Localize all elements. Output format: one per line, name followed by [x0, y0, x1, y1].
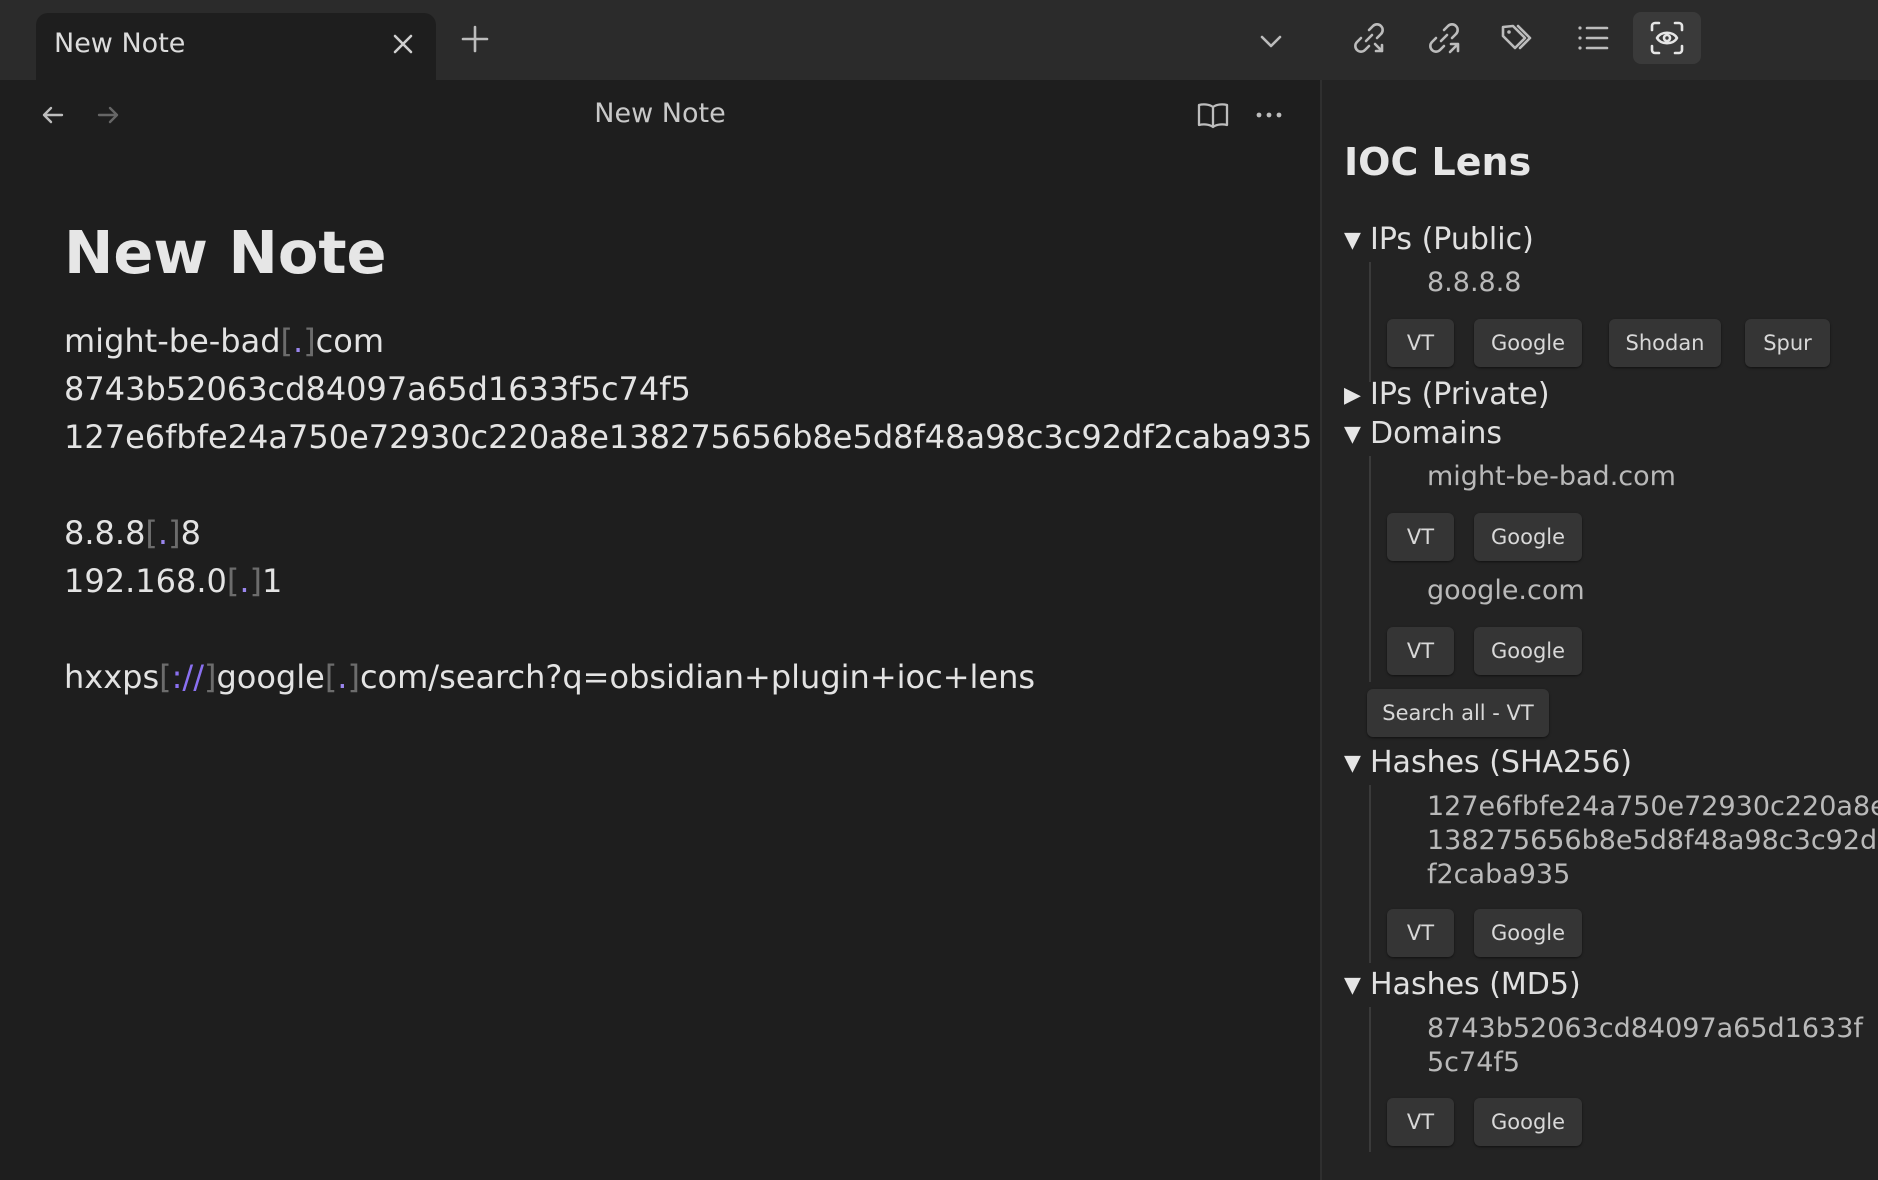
vt-button[interactable]: VT — [1387, 1098, 1454, 1146]
section-hashes-md5[interactable]: ▼ Hashes (MD5) — [1344, 967, 1581, 1002]
note-title[interactable]: New Note — [64, 218, 387, 287]
google-button[interactable]: Google — [1474, 1098, 1582, 1146]
reading-view-book-icon[interactable] — [1196, 98, 1230, 132]
back-arrow-icon[interactable] — [36, 98, 70, 132]
more-options-icon[interactable] — [1252, 98, 1286, 132]
collapse-arrow-icon: ▶ — [1344, 383, 1361, 408]
note-line-domain[interactable]: might-be-bad[.]com — [64, 322, 384, 360]
backlinks-icon[interactable] — [1349, 18, 1389, 58]
chevron-down-icon[interactable] — [1256, 26, 1286, 56]
tab-new-note[interactable]: New Note — [36, 13, 436, 80]
forward-arrow-icon[interactable] — [91, 98, 125, 132]
tab-title: New Note — [54, 28, 186, 59]
outgoing-links-icon[interactable] — [1424, 18, 1464, 58]
note-line-sha256[interactable]: 127e6fbfe24a750e72930c220a8e138275656b8e… — [64, 418, 1312, 456]
section-guide-line — [1369, 262, 1371, 382]
tags-icon[interactable] — [1498, 18, 1538, 58]
note-line-private-ip[interactable]: 192.168.0[.]1 — [64, 562, 282, 600]
section-guide-line — [1369, 1007, 1371, 1152]
new-tab-plus-icon[interactable] — [458, 22, 492, 56]
scan-eye-icon — [1647, 18, 1687, 58]
shodan-button[interactable]: Shodan — [1609, 319, 1721, 367]
vt-button[interactable]: VT — [1387, 513, 1454, 561]
ioc-value[interactable]: google.com — [1427, 574, 1585, 608]
expand-arrow-icon: ▼ — [1344, 973, 1361, 998]
vt-button[interactable]: VT — [1387, 627, 1454, 675]
expand-arrow-icon: ▼ — [1344, 228, 1361, 253]
google-button[interactable]: Google — [1474, 909, 1582, 957]
google-button[interactable]: Google — [1474, 513, 1582, 561]
ioc-value[interactable]: 8743b52063cd84097a65d1633f 5c74f5 — [1427, 1012, 1863, 1080]
close-icon[interactable] — [388, 29, 418, 59]
google-button[interactable]: Google — [1474, 319, 1582, 367]
section-ips-private[interactable]: ▶ IPs (Private) — [1344, 377, 1550, 412]
outline-list-icon[interactable] — [1573, 18, 1613, 58]
tab-bar: New Note — [0, 0, 1878, 80]
vt-button[interactable]: VT — [1387, 909, 1454, 957]
ioc-value[interactable]: 8.8.8.8 — [1427, 266, 1521, 300]
search-all-vt-button[interactable]: Search all - VT — [1367, 689, 1549, 737]
section-domains[interactable]: ▼ Domains — [1344, 416, 1502, 451]
ioc-value[interactable]: might-be-bad.com — [1427, 460, 1676, 494]
pane-title: IOC Lens — [1344, 140, 1532, 184]
google-button[interactable]: Google — [1474, 627, 1582, 675]
spur-button[interactable]: Spur — [1745, 319, 1830, 367]
ioc-value[interactable]: 127e6fbfe24a750e72930c220a8e 138275656b8e… — [1427, 790, 1878, 892]
section-guide-line — [1369, 456, 1371, 682]
section-ips-public[interactable]: ▼ IPs (Public) — [1344, 222, 1534, 257]
section-hashes-sha256[interactable]: ▼ Hashes (SHA256) — [1344, 745, 1632, 780]
expand-arrow-icon: ▼ — [1344, 751, 1361, 776]
note-line-public-ip[interactable]: 8.8.8[.]8 — [64, 514, 201, 552]
expand-arrow-icon: ▼ — [1344, 422, 1361, 447]
vt-button[interactable]: VT — [1387, 319, 1454, 367]
ioc-lens-icon-button[interactable] — [1633, 12, 1701, 64]
section-guide-line — [1369, 785, 1371, 963]
note-line-url[interactable]: hxxps[://]google[.]com/search?q=obsidian… — [64, 658, 1035, 696]
view-header-title[interactable]: New Note — [520, 98, 800, 129]
note-line-md5[interactable]: 8743b52063cd84097a65d1633f5c74f5 — [64, 370, 691, 408]
